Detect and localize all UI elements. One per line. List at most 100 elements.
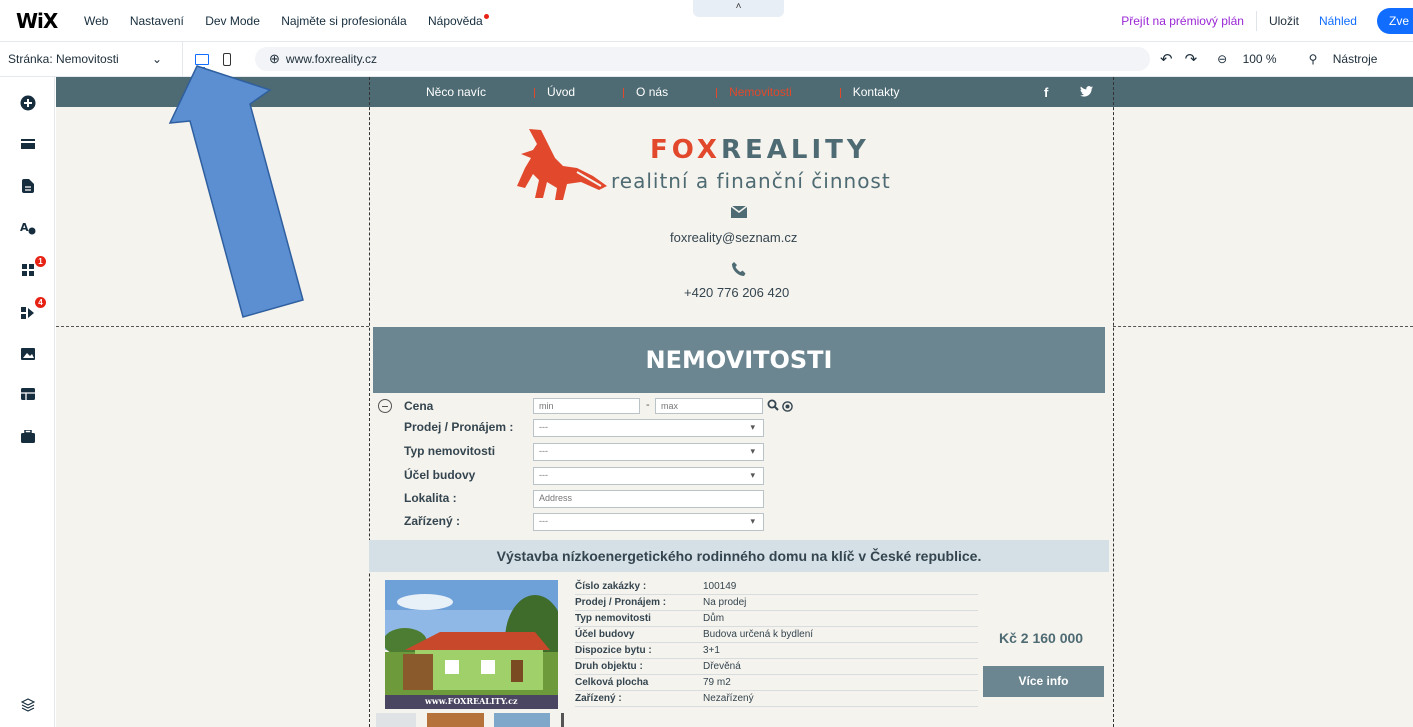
listing-photo[interactable]: www.FOXREALITY.cz	[385, 580, 558, 709]
top-menu: Web Nastavení Dev Mode Najměte si profes…	[66, 13, 489, 28]
detail-value: Nezařízený	[703, 693, 754, 704]
facebook-icon[interactable]: f	[1044, 85, 1062, 100]
detail-key: Celková plocha	[575, 677, 649, 688]
brand-reality: REALITY	[720, 135, 870, 165]
detail-row: Typ nemovitosti Dům	[575, 611, 978, 627]
more-info-button[interactable]: Více info	[983, 666, 1104, 697]
upgrade-premium-link[interactable]: Přejít na prémiový plán	[1121, 14, 1244, 28]
nav-item-nemovitosti[interactable]: Nemovitosti	[716, 85, 792, 99]
sections-icon[interactable]	[20, 137, 36, 153]
price-min-input[interactable]: min	[533, 398, 640, 414]
nav-divider	[534, 87, 536, 98]
collapse-toolbar-button[interactable]: ˄	[693, 0, 784, 17]
listing-title[interactable]: Výstavba nízkoenergetického rodinného do…	[369, 540, 1109, 572]
site-url: www.foxreality.cz	[285, 52, 378, 66]
type-label: Typ nemovitosti	[404, 444, 496, 458]
price-label: Cena	[404, 399, 434, 413]
twitter-icon[interactable]	[1079, 85, 1093, 100]
tools-label: Nástroje	[1332, 52, 1378, 66]
detail-key: Dispozice bytu :	[575, 645, 652, 656]
layers-icon[interactable]	[20, 697, 36, 713]
page-selector[interactable]: Stránka: Nemovitosti ⌄	[8, 52, 170, 66]
sale-select[interactable]: ---	[533, 419, 764, 437]
zoom-control[interactable]: ⊖ 100 %	[1217, 52, 1288, 66]
detail-key: Druh objektu :	[575, 661, 643, 672]
tools-button[interactable]: ⚲ Nástroje	[1309, 52, 1390, 66]
menu-help[interactable]: Nápověda	[428, 13, 489, 28]
search-icon[interactable]	[767, 398, 779, 416]
nav-label: O nás	[636, 85, 669, 99]
media-icon[interactable]	[20, 346, 36, 362]
menu-web[interactable]: Web	[84, 14, 108, 28]
theme-design-icon[interactable]: A	[20, 220, 36, 236]
detail-value: 3+1	[703, 645, 720, 656]
mobile-view-icon[interactable]	[223, 52, 231, 66]
photo-thumbnails	[376, 713, 566, 727]
detail-row: Druh objektu : Dřevěná	[575, 659, 978, 675]
business-apps-icon[interactable]	[20, 305, 36, 321]
save-button[interactable]: Uložit	[1269, 14, 1299, 28]
price-dash: -	[646, 399, 650, 411]
nav-divider	[716, 87, 718, 98]
nav-item-neco-navic[interactable]: Něco navíc	[426, 85, 486, 99]
photo-watermark: www.FOXREALITY.cz	[425, 696, 518, 706]
nav-label: Kontakty	[852, 85, 900, 99]
menu-dev-mode[interactable]: Dev Mode	[205, 14, 260, 28]
globe-icon: ⊕	[269, 51, 280, 66]
business-apps-badge: 4	[35, 297, 46, 308]
listing-details: Číslo zakázky : 100149 Prodej / Pronájem …	[575, 579, 978, 707]
purpose-select[interactable]: ---	[533, 467, 764, 485]
menu-hire-pro[interactable]: Najměte si profesionála	[281, 14, 406, 28]
redo-icon[interactable]: ↷	[1185, 50, 1198, 68]
menu-settings[interactable]: Nastavení	[130, 14, 184, 28]
clear-icon[interactable]	[782, 399, 793, 417]
detail-value: Dřevěná	[703, 661, 741, 672]
desktop-view-icon[interactable]	[195, 53, 209, 69]
contact-phone[interactable]: +420 776 206 420	[684, 285, 789, 300]
thumbnail	[427, 713, 484, 727]
pages-icon[interactable]	[20, 178, 36, 194]
cms-icon[interactable]	[20, 386, 36, 402]
preview-button[interactable]: Náhled	[1319, 14, 1357, 28]
nav-item-uvod[interactable]: Úvod	[534, 85, 575, 99]
add-elements-icon[interactable]	[20, 95, 36, 111]
listing-price: Kč 2 160 000	[999, 630, 1084, 646]
nav-divider	[839, 87, 841, 98]
detail-row: Celková plocha 79 m2	[575, 675, 978, 691]
portfolio-icon[interactable]	[20, 428, 36, 444]
publish-button[interactable]: Zve	[1376, 8, 1413, 34]
nav-label: Úvod	[547, 85, 576, 99]
nav-item-o-nas[interactable]: O nás	[623, 85, 668, 99]
guide-line	[369, 77, 370, 727]
type-select[interactable]: ---	[533, 443, 764, 461]
editor-toolbar: Stránka: Nemovitosti ⌄ ⊕ www.foxreality.…	[0, 41, 1413, 77]
location-input[interactable]: Address	[533, 490, 764, 508]
wix-logo[interactable]: WiX	[16, 9, 66, 33]
detail-row: Číslo zakázky : 100149	[575, 579, 978, 595]
contact-email[interactable]: foxreality@seznam.cz	[670, 230, 797, 245]
detail-row: Účel budovy Budova určená k bydlení	[575, 627, 978, 643]
thumbnail	[494, 713, 550, 727]
price-max-input[interactable]: max	[655, 398, 763, 414]
nav-label-active: Nemovitosti	[729, 85, 792, 99]
thumbnail	[376, 713, 416, 727]
guide-line	[1113, 326, 1413, 327]
detail-value: 79 m2	[703, 677, 731, 688]
nav-divider	[623, 87, 625, 98]
collapse-filter-icon[interactable]	[378, 399, 392, 413]
zoom-level: 100 %	[1242, 52, 1277, 66]
detail-row: Prodej / Pronájem : Na prodej	[575, 595, 978, 611]
page-selector-label: Stránka: Nemovitosti	[8, 52, 119, 66]
undo-icon[interactable]: ↶	[1160, 50, 1173, 68]
editor-canvas[interactable]: Něco navíc Úvod O nás Nemovitosti Kontak…	[56, 77, 1413, 727]
detail-key: Účel budovy	[575, 629, 635, 640]
purpose-label: Účel budovy	[404, 468, 476, 482]
site-url-bar[interactable]: ⊕ www.foxreality.cz	[255, 47, 1150, 71]
nav-item-kontakty[interactable]: Kontakty	[839, 85, 900, 99]
apps-badge: 1	[35, 256, 46, 267]
toolbar-right: ↶ ↷ ⊖ 100 % ⚲ Nástroje	[1160, 50, 1401, 68]
apps-icon[interactable]	[20, 262, 36, 278]
thumbnail	[561, 713, 564, 727]
site-nav: Něco navíc Úvod O nás Nemovitosti Kontak…	[426, 77, 947, 107]
equipment-select[interactable]: ---	[533, 513, 764, 531]
